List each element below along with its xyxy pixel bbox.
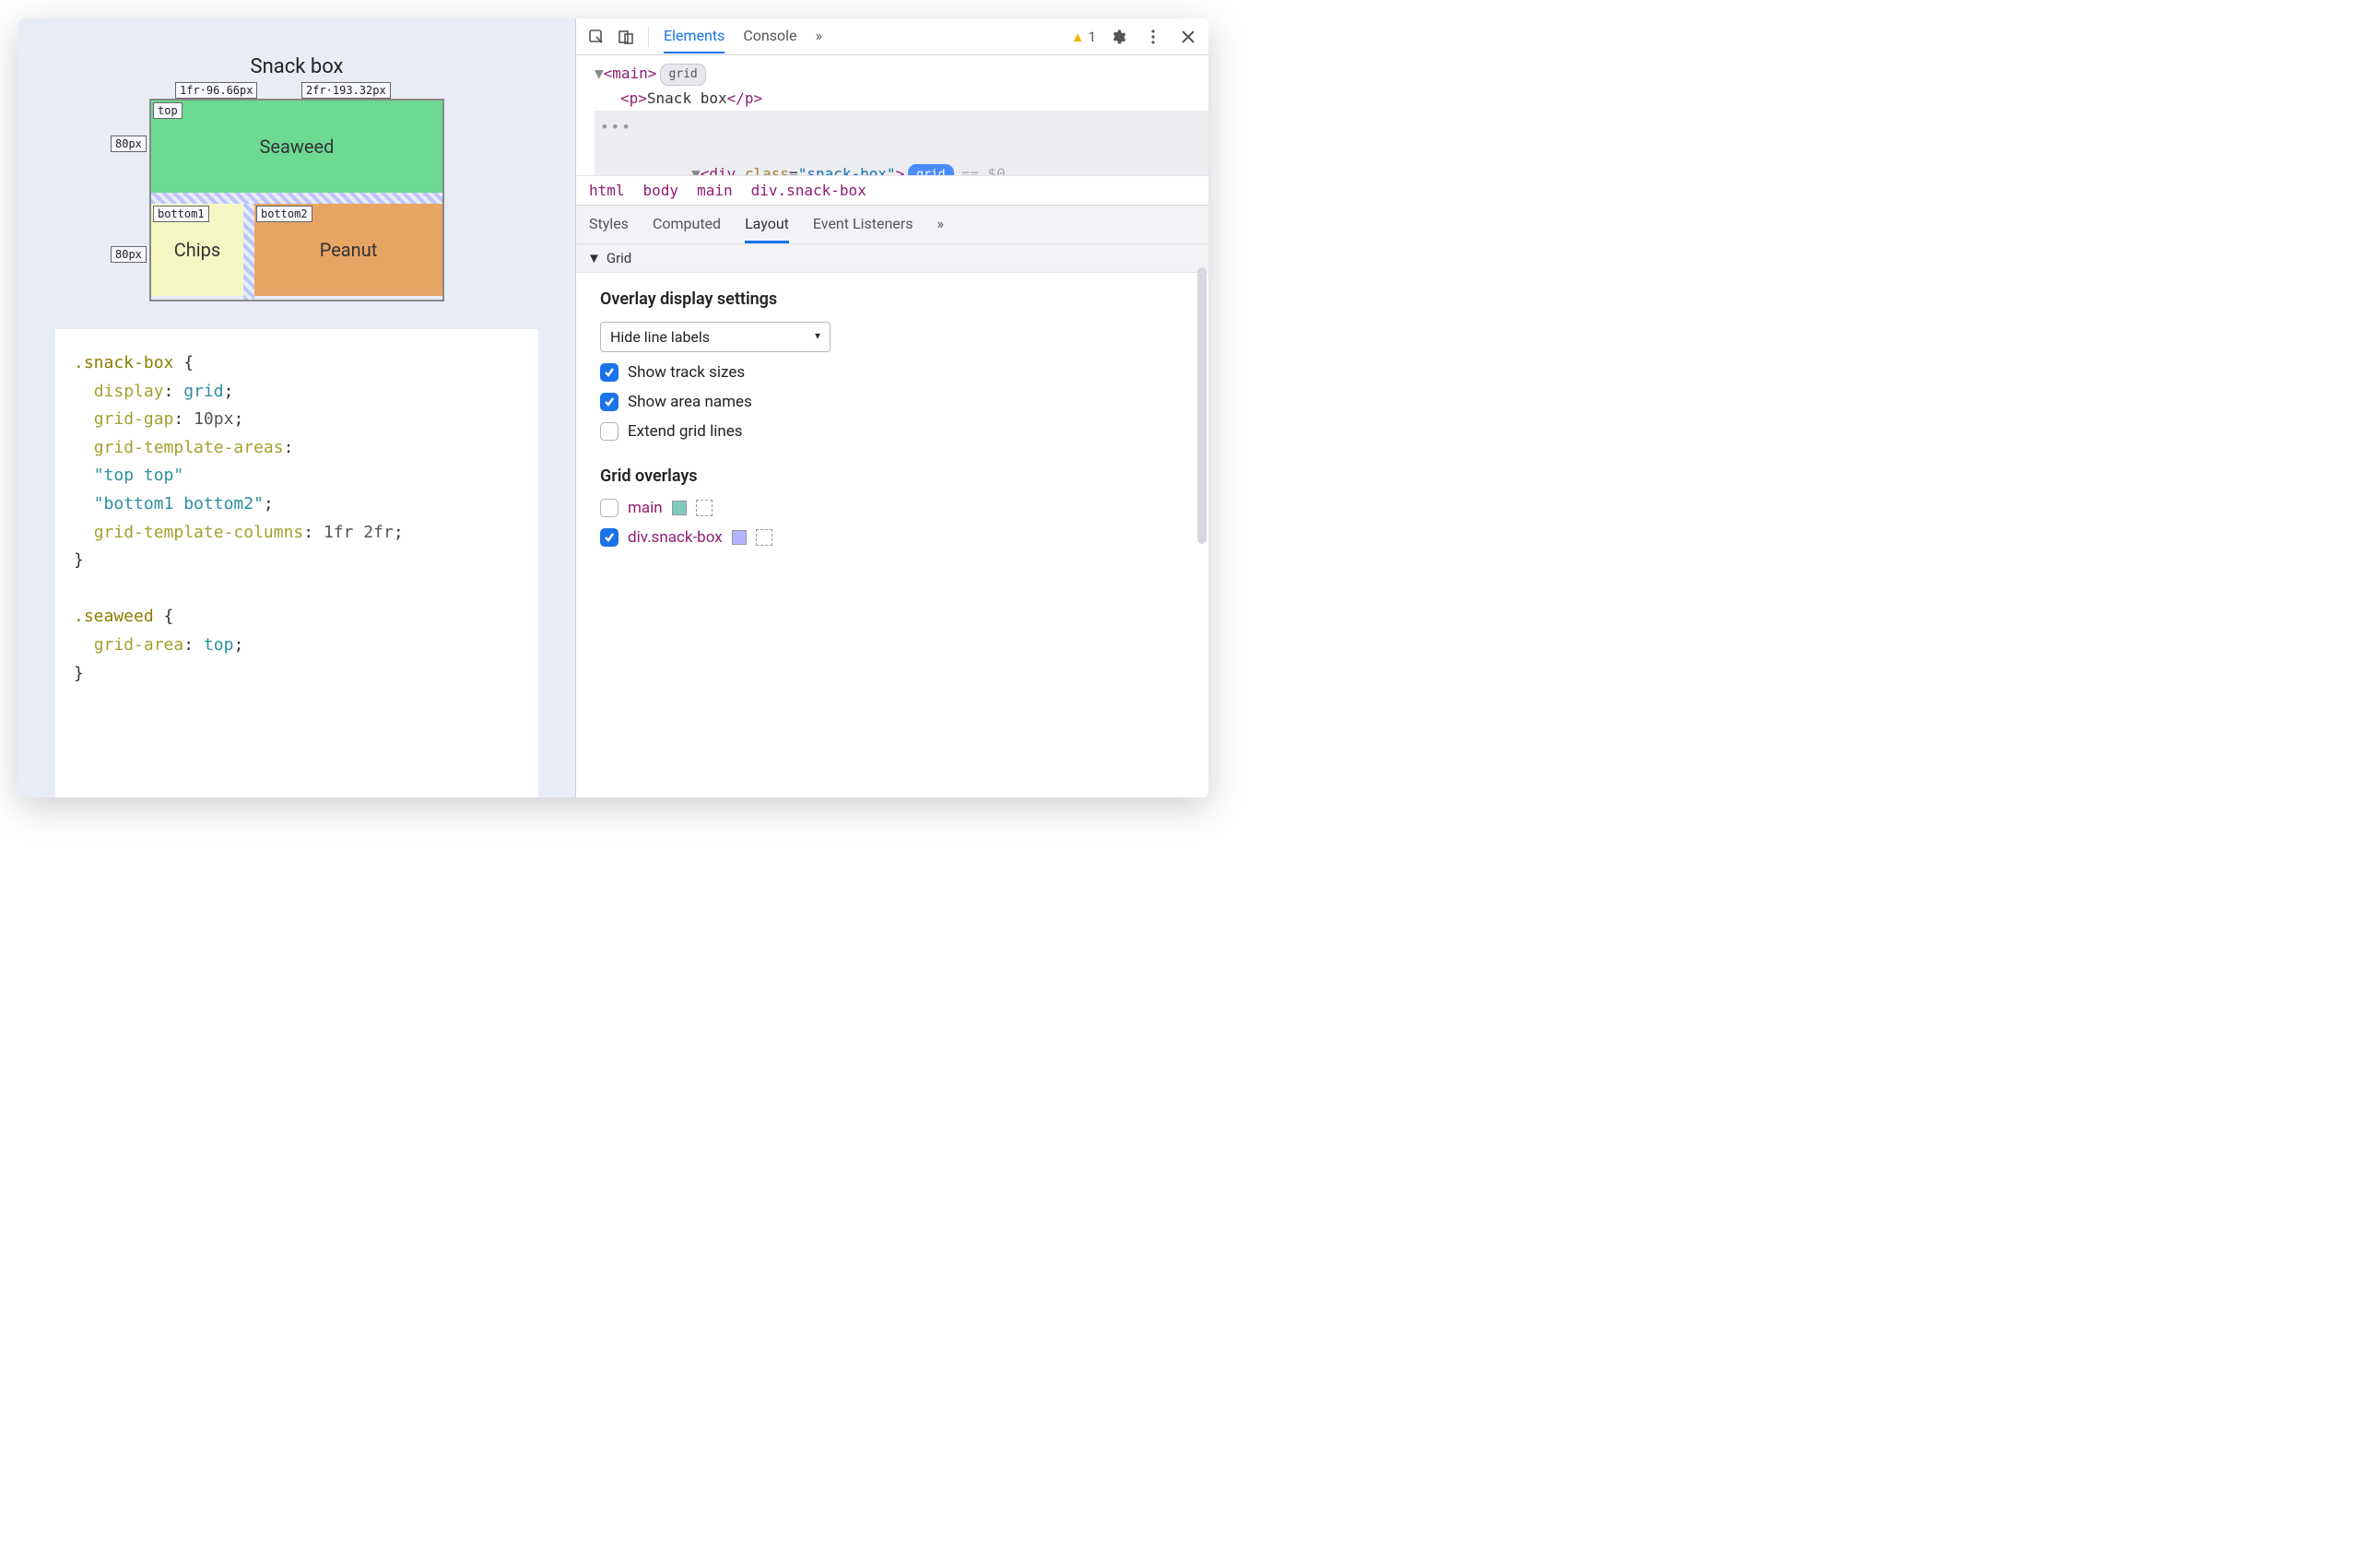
crumb[interactable]: main [697, 182, 733, 199]
grid-section-header[interactable]: ▼ Grid [576, 243, 1208, 273]
crumb[interactable]: html [589, 182, 625, 199]
grid-overlay-preview: 1fr·96.66px 2fr·193.32px 80px 80px Seawe… [149, 99, 444, 301]
row-size-badge: 80px [111, 136, 147, 152]
subtab-styles[interactable]: Styles [589, 206, 629, 243]
cell-label: Seaweed [260, 136, 335, 158]
overlay-item-main[interactable]: main [600, 499, 1190, 517]
column-size-badge: 1fr·96.66px [175, 82, 257, 99]
devtools-toolbar: Elements Console » ▲ 1 [576, 18, 1208, 55]
option-extend-grid-lines[interactable]: Extend grid lines [600, 422, 1190, 441]
warning-count[interactable]: ▲ 1 [1071, 29, 1096, 45]
subtab-layout[interactable]: Layout [745, 206, 789, 243]
viewport-preview: Snack box 1fr·96.66px 2fr·193.32px 80px … [18, 18, 576, 797]
overlay-settings-heading: Overlay display settings [600, 289, 1190, 309]
checkbox-icon[interactable] [600, 363, 619, 382]
crumb[interactable]: div.snack-box [751, 182, 866, 199]
cell-label: Chips [174, 239, 220, 261]
checkbox-icon[interactable] [600, 499, 619, 517]
kebab-icon[interactable] [1140, 24, 1166, 50]
highlight-element-icon[interactable] [756, 529, 772, 546]
divider [648, 27, 649, 47]
warning-icon: ▲ [1071, 29, 1085, 45]
breadcrumb[interactable]: html body main div.snack-box [576, 175, 1208, 205]
dom-tree[interactable]: ▼<main>grid <p>Snack box</p> ••• ▼<div c… [576, 55, 1208, 175]
row-size-badge: 80px [111, 246, 147, 263]
tab-console[interactable]: Console [743, 19, 796, 53]
crumb[interactable]: body [643, 182, 679, 199]
layout-pane: Overlay display settings Hide line label… [576, 273, 1208, 567]
area-name-badge: bottom2 [256, 206, 312, 222]
devtools-panel: Elements Console » ▲ 1 [576, 18, 1208, 797]
checkbox-icon[interactable] [600, 528, 619, 547]
grid-cell-seaweed: Seaweed [151, 100, 442, 193]
cell-label: Peanut [320, 239, 378, 261]
grid-overlays-heading: Grid overlays [600, 466, 1190, 486]
color-swatch[interactable] [672, 501, 687, 515]
subtab-computed[interactable]: Computed [653, 206, 721, 243]
subtab-event-listeners[interactable]: Event Listeners [813, 206, 913, 243]
subtab-more[interactable]: » [937, 206, 944, 243]
scrollbar[interactable] [1197, 267, 1207, 544]
preview-title: Snack box [55, 55, 538, 78]
color-swatch[interactable] [732, 530, 747, 545]
close-icon[interactable] [1175, 24, 1201, 50]
tab-elements[interactable]: Elements [664, 19, 725, 53]
css-source: .snack-box { display: grid; grid-gap: 10… [55, 329, 538, 797]
area-name-badge: top [153, 102, 183, 119]
area-name-badge: bottom1 [153, 206, 209, 222]
overlay-item-snack-box[interactable]: div.snack-box [600, 528, 1190, 547]
highlight-element-icon[interactable] [696, 500, 713, 516]
device-toggle-icon[interactable] [613, 24, 639, 50]
tab-more[interactable]: » [815, 19, 822, 53]
checkbox-icon[interactable] [600, 393, 619, 411]
option-show-area-names[interactable]: Show area names [600, 393, 1190, 411]
gear-icon[interactable] [1105, 24, 1131, 50]
checkbox-icon[interactable] [600, 422, 619, 441]
sidebar-subtabs: Styles Computed Layout Event Listeners » [576, 205, 1208, 243]
line-labels-select[interactable]: Hide line labels [600, 322, 831, 352]
option-show-track-sizes[interactable]: Show track sizes [600, 363, 1190, 382]
column-size-badge: 2fr·193.32px [301, 82, 391, 99]
disclosure-triangle-icon: ▼ [587, 250, 601, 266]
inspect-icon[interactable] [583, 24, 609, 50]
